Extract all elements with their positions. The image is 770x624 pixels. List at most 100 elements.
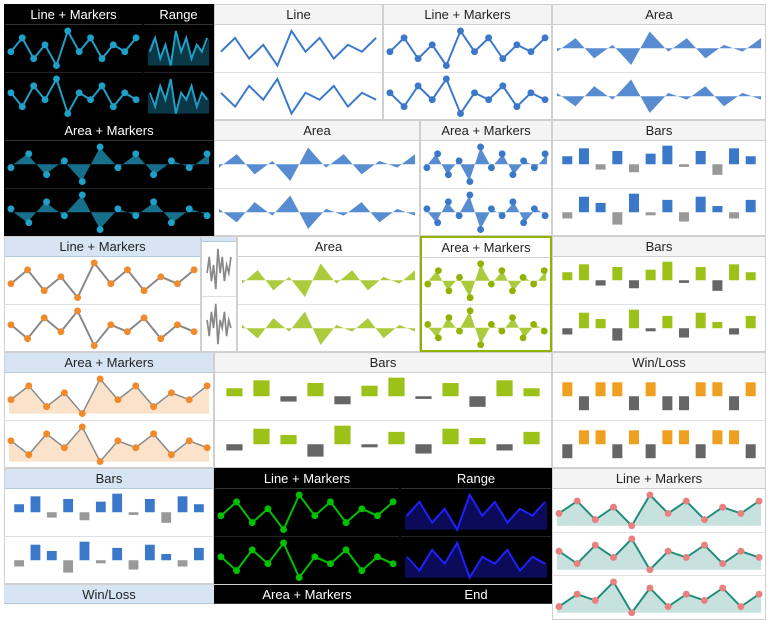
- spark-rows: [553, 141, 765, 235]
- panel-title: Area: [553, 5, 765, 25]
- panel-title: Bars: [5, 469, 213, 489]
- spark-panel-p30[interactable]: Area + Markers: [4, 352, 214, 468]
- spark-rows: [238, 257, 419, 351]
- spark-rows: [401, 489, 551, 583]
- sparkline[interactable]: [5, 25, 142, 73]
- sparkline[interactable]: [215, 421, 551, 468]
- sparkline[interactable]: [401, 537, 551, 584]
- sparkline[interactable]: [215, 189, 419, 236]
- spark-rows: [553, 373, 765, 467]
- panel-title: Win/Loss: [553, 353, 765, 373]
- sparkline[interactable]: [215, 141, 419, 189]
- panel-title: End: [400, 584, 552, 604]
- sparkline[interactable]: [215, 73, 382, 120]
- spark-panel-p13[interactable]: Bars: [552, 120, 766, 236]
- panel-title: Area + Markers: [5, 353, 213, 373]
- sparkline[interactable]: [384, 73, 551, 120]
- sparkline[interactable]: [401, 489, 551, 537]
- spark-panel-p23[interactable]: Bars: [552, 236, 766, 352]
- sparkline[interactable]: [553, 421, 765, 468]
- spark-panel-p41[interactable]: Line + Markers: [214, 468, 400, 584]
- spark-panel-p43[interactable]: Line + Markers: [552, 468, 766, 620]
- spark-panel-p03[interactable]: Line + Markers: [383, 4, 552, 120]
- sparkline[interactable]: [202, 242, 236, 297]
- sparkline[interactable]: [553, 25, 765, 73]
- spark-rows: [422, 258, 550, 350]
- sparkline[interactable]: [421, 189, 551, 236]
- sparkline[interactable]: [422, 305, 550, 351]
- spark-panel-p40[interactable]: Bars: [4, 468, 214, 584]
- sparkline[interactable]: [553, 141, 765, 189]
- spark-rows: [421, 141, 551, 235]
- sparkline[interactable]: [215, 373, 551, 421]
- spark-rows: [553, 257, 765, 351]
- spark-panel-p20b[interactable]: [201, 236, 237, 352]
- panel-title: Range: [401, 469, 551, 489]
- spark-panel-p02[interactable]: Line: [214, 4, 383, 120]
- sparkline[interactable]: [421, 141, 551, 189]
- spark-panel-p04[interactable]: Area: [552, 4, 766, 120]
- sparkline[interactable]: [5, 73, 142, 120]
- sparkline[interactable]: [144, 25, 213, 73]
- sparkline[interactable]: [5, 141, 213, 189]
- sparkline[interactable]: [553, 533, 765, 577]
- panel-title: Area: [238, 237, 419, 257]
- sparkline[interactable]: [202, 297, 236, 351]
- spark-panel-p21[interactable]: Area: [237, 236, 420, 352]
- spark-panel-p11[interactable]: Area: [214, 120, 420, 236]
- sparkline[interactable]: [215, 25, 382, 73]
- sparkline[interactable]: [215, 489, 399, 537]
- spark-rows: [553, 489, 765, 619]
- spark-panel-p12[interactable]: Area + Markers: [420, 120, 552, 236]
- sparkline[interactable]: [553, 73, 765, 120]
- spark-rows: [5, 373, 213, 467]
- panel-title: Range: [144, 5, 213, 25]
- sparkline[interactable]: [5, 373, 213, 421]
- sparkline[interactable]: [553, 576, 765, 619]
- sparkline[interactable]: [238, 257, 419, 305]
- spark-panel-p31[interactable]: Bars: [214, 352, 552, 468]
- sparkline[interactable]: [5, 489, 213, 537]
- spark-rows: [202, 242, 236, 351]
- spark-panel-p32[interactable]: Win/Loss: [552, 352, 766, 468]
- spark-rows: [144, 25, 213, 119]
- spark-rows: [553, 25, 765, 119]
- panel-title: Line + Markers: [215, 469, 399, 489]
- sparkline[interactable]: [422, 258, 550, 305]
- spark-panel-p01[interactable]: Range: [143, 4, 214, 120]
- sparkline[interactable]: [5, 189, 213, 236]
- spark-panel-p10[interactable]: Area + Markers: [4, 120, 214, 236]
- panel-title: Bars: [553, 121, 765, 141]
- sparkline[interactable]: [238, 305, 419, 352]
- spark-panel-p00[interactable]: Line + Markers: [4, 4, 143, 120]
- panel-title: Area: [215, 121, 419, 141]
- spark-rows: [215, 489, 399, 583]
- panel-title: Bars: [553, 237, 765, 257]
- sparkline[interactable]: [553, 489, 765, 533]
- spark-rows: [5, 257, 200, 351]
- sparkline[interactable]: [553, 373, 765, 421]
- sparkline[interactable]: [5, 537, 213, 584]
- panel-title: Line + Markers: [5, 237, 200, 257]
- sparkline[interactable]: [144, 73, 213, 120]
- sparkline[interactable]: [553, 189, 765, 236]
- spark-rows: [5, 25, 142, 119]
- sparkline[interactable]: [5, 421, 213, 468]
- spark-rows: [384, 25, 551, 119]
- spark-panel-p42[interactable]: Range: [400, 468, 552, 584]
- spark-panel-p22[interactable]: Area + Markers: [420, 236, 552, 352]
- sparkline[interactable]: [384, 25, 551, 73]
- panel-title: Line + Markers: [384, 5, 551, 25]
- sparkline[interactable]: [553, 305, 765, 352]
- spark-rows: [215, 25, 382, 119]
- spark-rows: [215, 373, 551, 467]
- panel-title: Area + Markers: [422, 238, 550, 258]
- spark-panel-p20[interactable]: Line + Markers: [4, 236, 201, 352]
- sparkline[interactable]: [5, 257, 200, 305]
- spark-rows: [215, 141, 419, 235]
- sparkline[interactable]: [5, 305, 200, 352]
- panel-title: Line + Markers: [5, 5, 142, 25]
- sparkline[interactable]: [553, 257, 765, 305]
- sparkline[interactable]: [215, 537, 399, 584]
- panel-title: Bars: [215, 353, 551, 373]
